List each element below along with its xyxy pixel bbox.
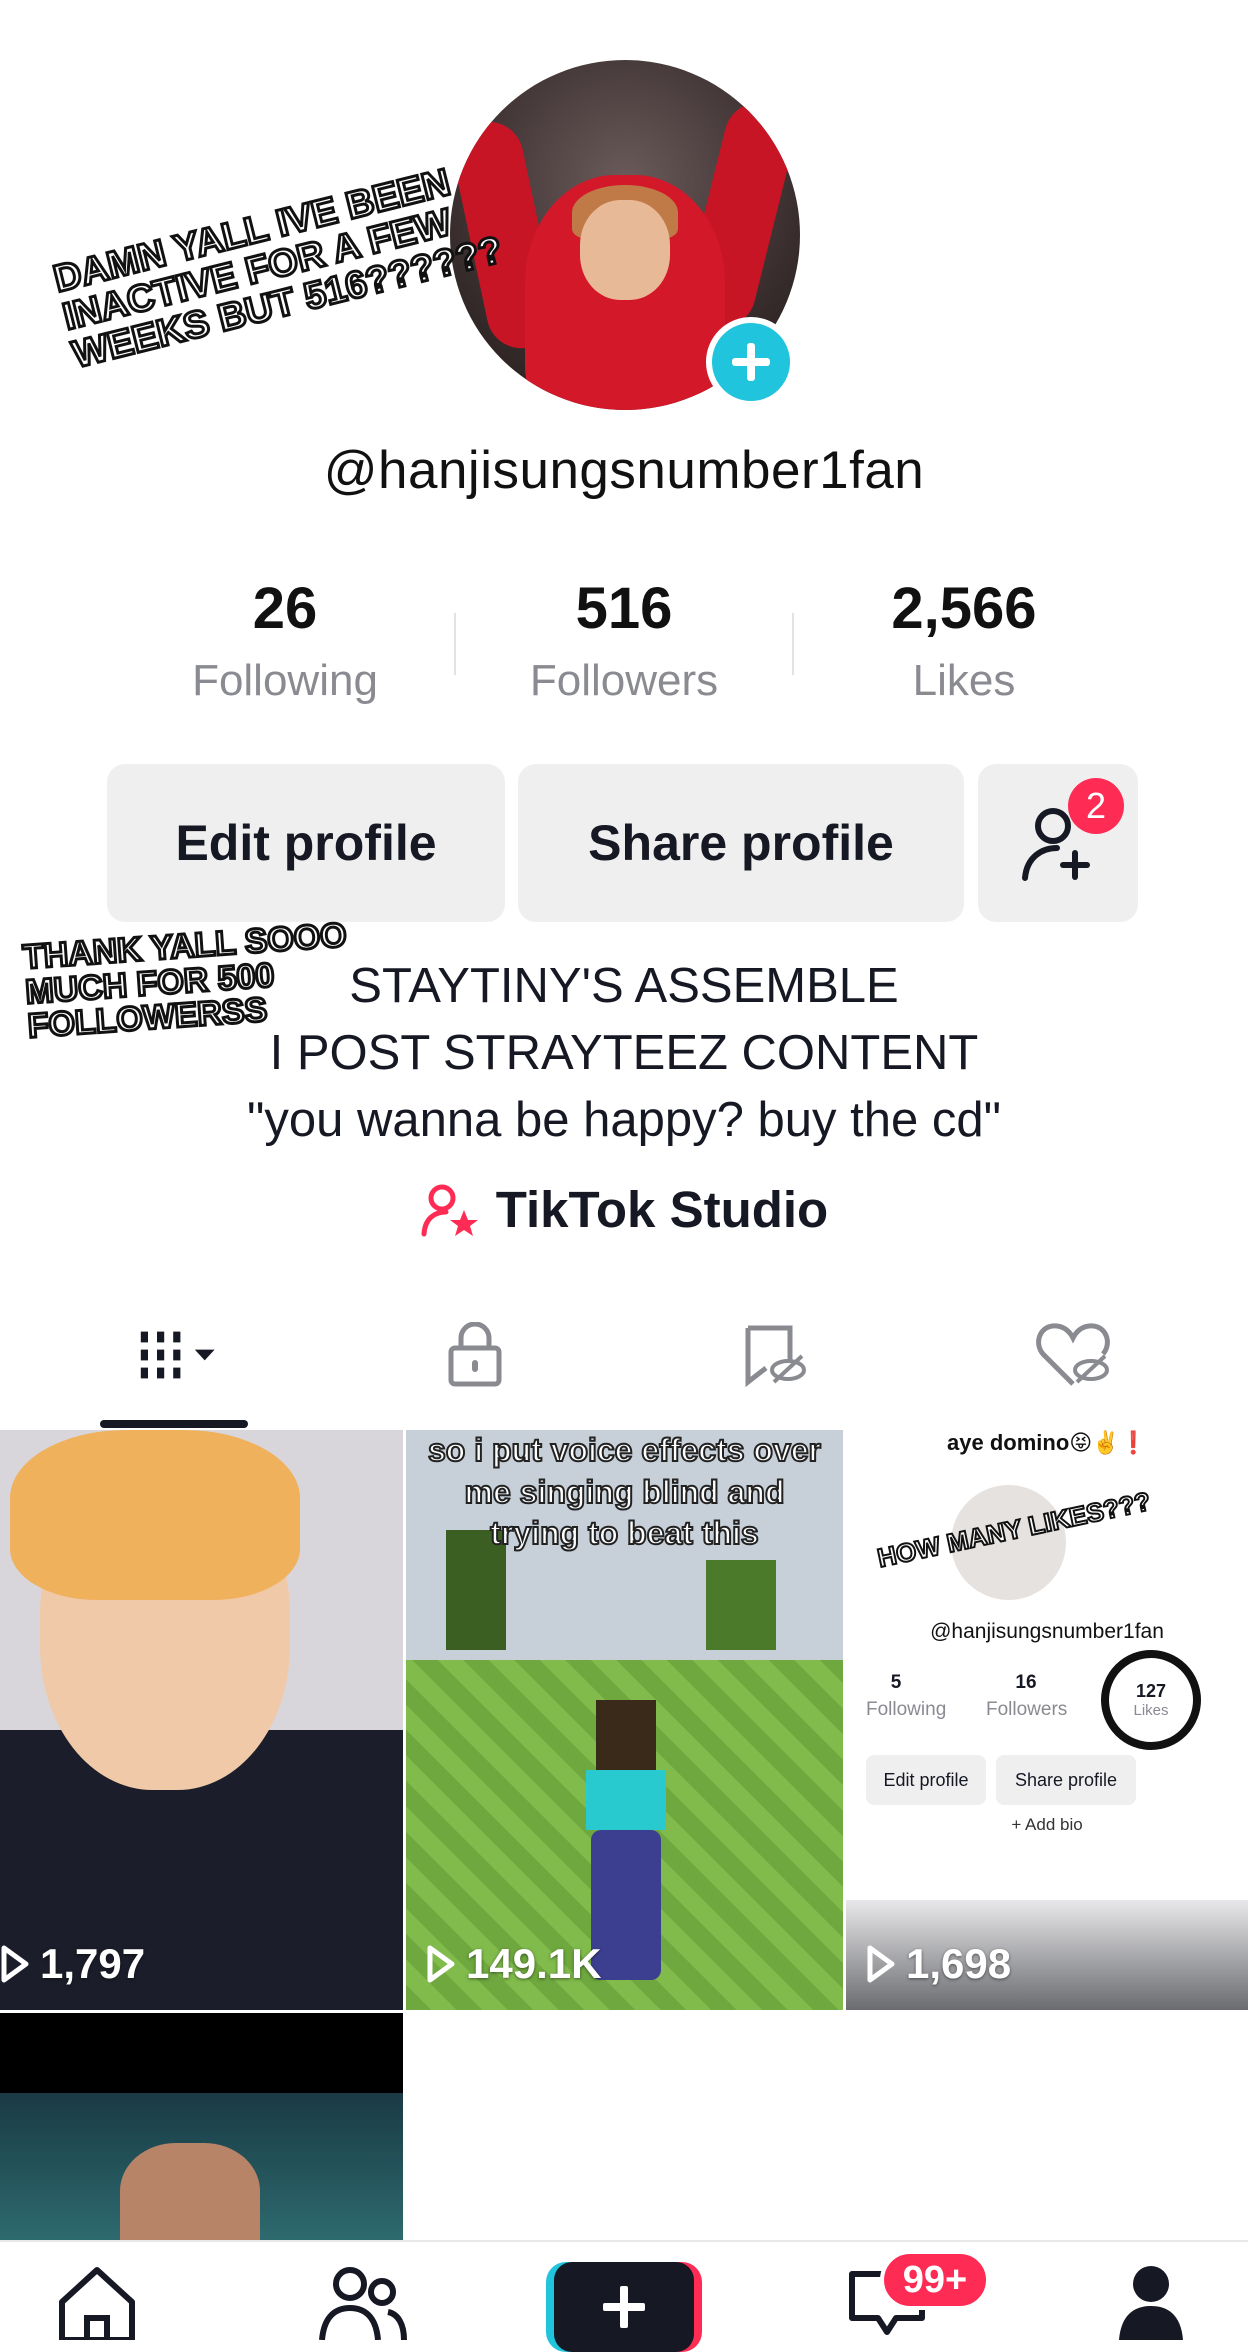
- tiktok-studio-label: TikTok Studio: [495, 1181, 829, 1238]
- studio-user-star-icon: [421, 1184, 478, 1236]
- following-count: 26: [252, 576, 318, 641]
- nav-home[interactable]: [42, 2262, 152, 2340]
- profile-username: @hanjisungsnumber1fan: [323, 441, 925, 500]
- inbox-badge: 99+: [880, 2250, 990, 2310]
- hidden-repost-icon: [745, 1325, 806, 1388]
- tab-videos[interactable]: [130, 1320, 220, 1390]
- following-label: Following: [192, 656, 378, 705]
- profile-icon: [1119, 2266, 1183, 2340]
- mini-share-button: Share profile: [996, 1755, 1136, 1805]
- video-thumbnail-hair: [10, 1430, 300, 1600]
- video-thumbnail-player-body: [586, 1770, 666, 1830]
- lock-icon: [448, 1322, 502, 1387]
- home-icon: [59, 2267, 135, 2340]
- video-thumbnail-tree: [706, 1560, 776, 1650]
- video-tile[interactable]: so i put voice effects over me singing b…: [406, 1430, 843, 2010]
- friend-request-badge: 2: [1068, 778, 1124, 834]
- share-profile-button[interactable]: Share profile: [518, 764, 964, 922]
- likes-count: 2,566: [891, 576, 1037, 641]
- followers-label: Followers: [529, 656, 719, 705]
- likes-label: Likes: [912, 656, 1016, 705]
- video-tile[interactable]: 1,797: [0, 1430, 403, 2010]
- video-tile[interactable]: [0, 2013, 403, 2240]
- plus-icon: [603, 2286, 645, 2328]
- video-view-count: 1,797: [0, 1940, 145, 1988]
- video-thumbnail-player-head: [596, 1700, 656, 1770]
- active-tab-indicator: [100, 1420, 248, 1428]
- video-thumbnail-bike: [591, 1830, 661, 1980]
- tiktok-studio-link[interactable]: TikTok Studio: [0, 1180, 1248, 1239]
- bio-line-3: "you wanna be happy? buy the cd": [247, 1093, 1001, 1147]
- video-tile[interactable]: aye domino😝✌️❗ @hanjisungsnumber1fan 5 Fo…: [846, 1430, 1248, 2010]
- friends-icon: [319, 2267, 407, 2340]
- play-icon: [427, 1945, 455, 1983]
- grid-icon: [140, 1331, 215, 1379]
- share-profile-label: Share profile: [588, 815, 894, 871]
- nav-friends[interactable]: [307, 2262, 417, 2340]
- tab-reposts[interactable]: [730, 1320, 820, 1390]
- mini-add-bio: + Add bio: [1011, 1815, 1083, 1834]
- add-story-icon[interactable]: [706, 317, 796, 407]
- sticker-text-inactive: DAMN YALL IVE BEEN INACTIVE FOR A FEW WE…: [48, 160, 508, 377]
- video-caption: so i put voice effects over me singing b…: [427, 1431, 822, 1552]
- stat-divider: [454, 613, 456, 675]
- followers-stat[interactable]: 516 Followers: [464, 575, 784, 706]
- video-view-count: 149.1K: [426, 1940, 601, 1988]
- nav-profile[interactable]: [1096, 2262, 1206, 2340]
- play-icon: [867, 1945, 895, 1983]
- mini-edit-button: Edit profile: [866, 1755, 986, 1805]
- stat-divider: [792, 613, 794, 675]
- edit-profile-label: Edit profile: [175, 815, 437, 871]
- mini-likes-circled: 127 Likes: [1101, 1650, 1201, 1750]
- likes-stat[interactable]: 2,566 Likes: [804, 575, 1124, 706]
- video-view-count: 1,698: [866, 1940, 1011, 1988]
- hidden-heart-icon: [1036, 1323, 1110, 1386]
- mini-followers: 16 Followers: [986, 1672, 1068, 1720]
- tab-liked[interactable]: [1030, 1320, 1120, 1390]
- mini-following: 5 Following: [866, 1672, 947, 1720]
- mini-username: @hanjisungsnumber1fan: [930, 1620, 1164, 1643]
- edit-profile-button[interactable]: Edit profile: [107, 764, 505, 922]
- create-button[interactable]: [546, 2262, 702, 2352]
- following-stat[interactable]: 26 Following: [125, 575, 445, 706]
- video-thumbnail-face: [120, 2143, 260, 2240]
- play-icon: [1, 1945, 29, 1983]
- followers-count: 516: [575, 576, 673, 641]
- video-caption: aye domino😝✌️❗: [947, 1430, 1147, 1455]
- tab-private[interactable]: [430, 1320, 520, 1390]
